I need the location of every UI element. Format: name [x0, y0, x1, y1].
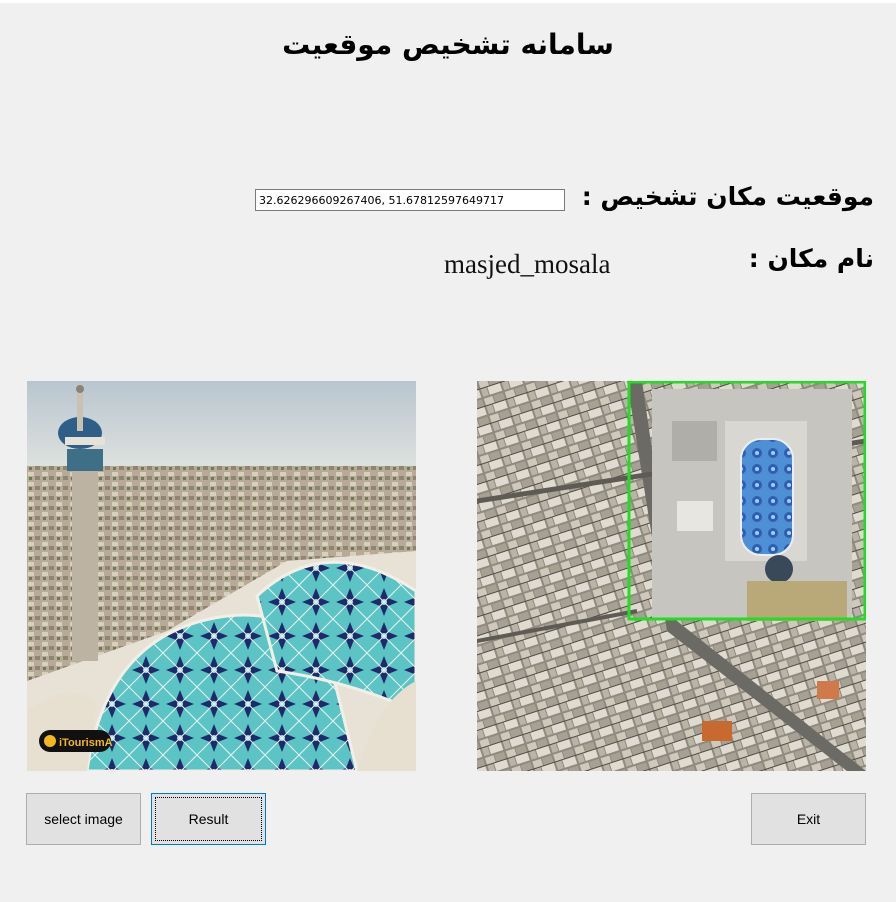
- coordinates-field[interactable]: [255, 189, 565, 211]
- select-image-button[interactable]: select image: [26, 793, 141, 845]
- result-button[interactable]: Result: [151, 793, 266, 845]
- satellite-map: [477, 381, 866, 771]
- input-photo: iTourismA: [27, 381, 416, 771]
- satellite-map-image: [477, 381, 866, 771]
- place-name-value: masjed_mosala: [444, 249, 611, 279]
- exit-button[interactable]: Exit: [751, 793, 866, 845]
- app-title: سامانه تشخیص موقعیت: [282, 28, 614, 61]
- photo-watermark: iTourismA: [59, 737, 113, 749]
- exit-button-label: Exit: [796, 811, 821, 827]
- detected-location-label: موقعیت مکان تشخیص :: [581, 182, 874, 211]
- result-button-label: Result: [188, 811, 229, 827]
- mosque-photo-image: iTourismA: [27, 381, 416, 771]
- window-top-edge: [0, 0, 896, 3]
- place-name-label: نام مکان :: [748, 244, 874, 273]
- select-image-button-label: select image: [44, 811, 123, 827]
